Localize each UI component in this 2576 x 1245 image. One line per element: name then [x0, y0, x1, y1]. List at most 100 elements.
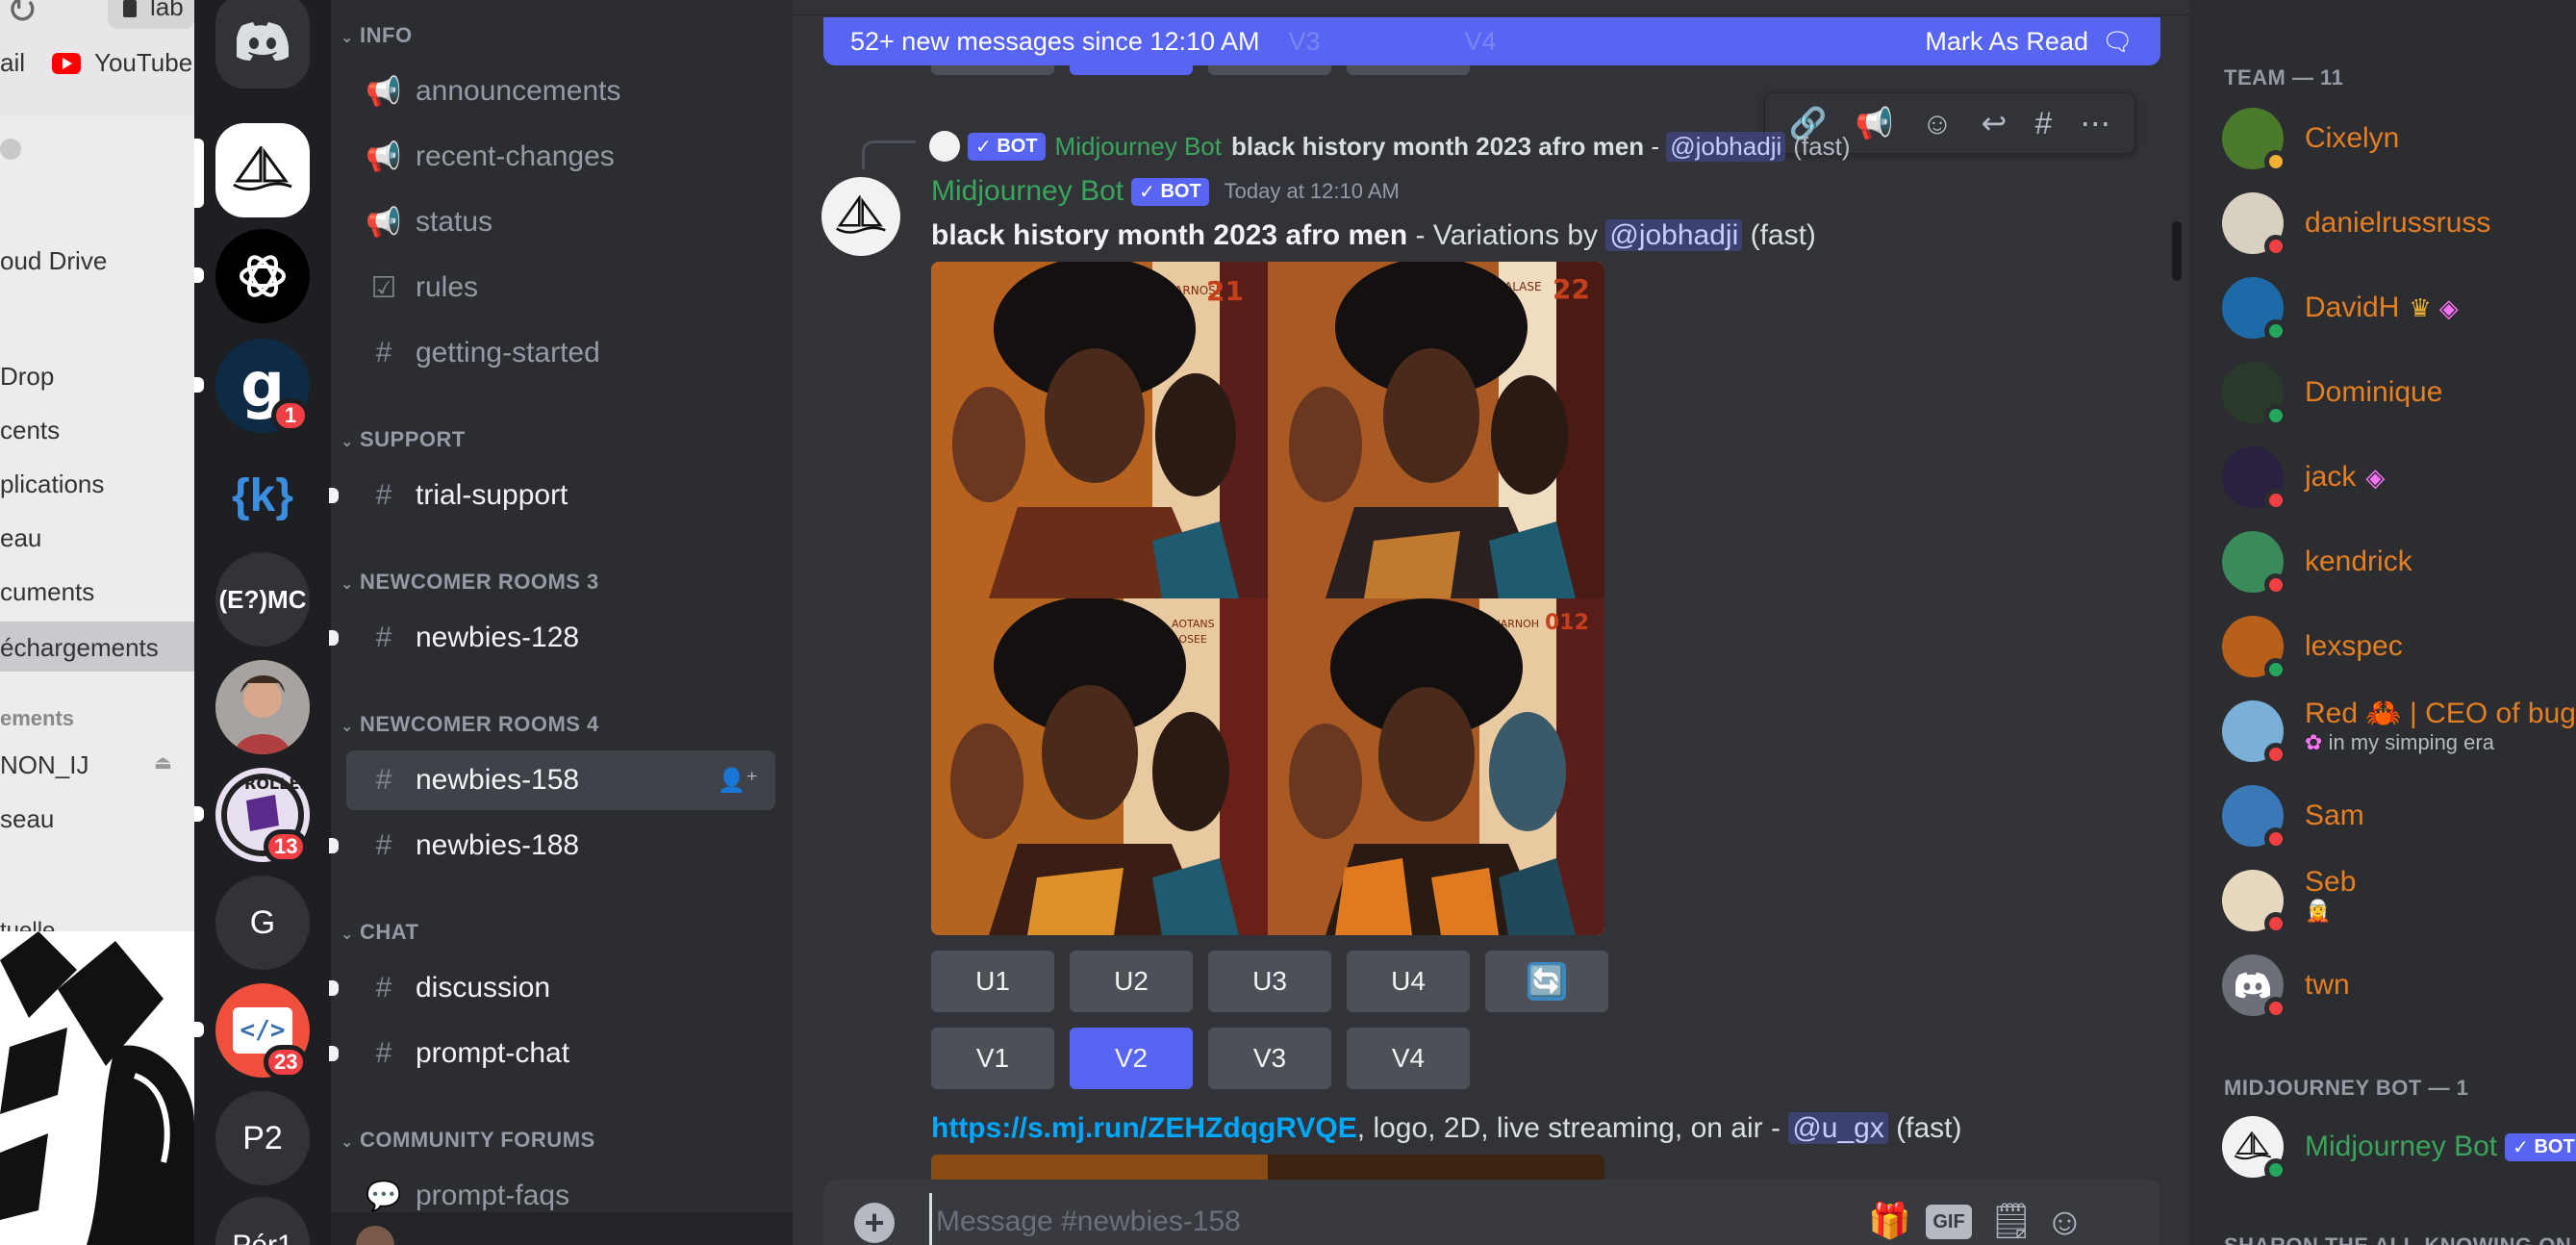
image-tile[interactable]: ALASE 22 — [1268, 262, 1604, 598]
gif-button[interactable]: GIF — [1926, 1205, 1972, 1239]
channel-newbies-128[interactable]: # newbies-128 — [329, 608, 775, 668]
channel-newbies-158[interactable]: # newbies-158 👤⁺ — [346, 750, 775, 810]
channel-trial-support[interactable]: # trial-support — [329, 466, 775, 525]
channel-getting-started[interactable]: # getting-started — [346, 323, 775, 383]
finder-item-downloads[interactable]: échargements — [0, 622, 194, 672]
finder-item-icloud[interactable]: oud Drive — [0, 246, 107, 276]
server-openai[interactable] — [215, 229, 310, 323]
add-reaction-icon[interactable]: ☺ — [1922, 106, 1954, 141]
finder-item-volume[interactable]: NON_IJ ⏏ — [0, 750, 172, 780]
upscale-button-u3[interactable]: U3 — [1208, 951, 1331, 1012]
channel-announcements[interactable]: 📢 announcements — [346, 62, 775, 121]
finder-item-desktop[interactable]: eau — [0, 523, 41, 553]
member-sam[interactable]: Sam — [2222, 781, 2364, 851]
eject-icon[interactable]: ⏏ — [154, 750, 172, 775]
reply-icon[interactable]: ↩ — [1981, 105, 2007, 141]
member-red[interactable]: Red 🦀 | CEO of bug ✿ in my simping era — [2222, 697, 2576, 766]
category-info[interactable]: ⌄ INFO — [341, 23, 413, 48]
add-member-icon[interactable]: 👤⁺ — [717, 767, 758, 795]
server-per1[interactable]: Pér1 — [215, 1197, 310, 1245]
finder-item-network[interactable]: seau — [0, 804, 54, 834]
reply-mention[interactable]: @jobhadji — [1666, 131, 1786, 162]
message-input[interactable]: Message #newbies-158 — [929, 1193, 1718, 1245]
server-p2[interactable]: P2 — [215, 1091, 310, 1185]
category-newcomer-rooms-4[interactable]: ⌄ NEWCOMER ROOMS 4 — [341, 712, 599, 737]
variation-button-v2[interactable]: V2 — [1070, 1028, 1193, 1089]
more-options-icon[interactable]: ⋯ — [2080, 105, 2110, 141]
member-danielrussruss[interactable]: danielrussruss — [2222, 189, 2490, 258]
member-cixelyn[interactable]: Cixelyn — [2222, 104, 2399, 173]
midjourney-bot-avatar[interactable] — [821, 177, 900, 256]
attach-plus-icon[interactable]: + — [854, 1203, 895, 1243]
member-name: Sam — [2305, 800, 2364, 831]
gift-icon[interactable]: 🎁 — [1868, 1201, 1911, 1241]
server-emc[interactable]: (E?)MC — [215, 552, 310, 647]
member-jack[interactable]: jack ◈ — [2222, 443, 2385, 512]
finder-item-recents[interactable]: cents — [0, 416, 60, 445]
member-seb[interactable]: Seb 🧝 — [2222, 866, 2356, 935]
variation-button-v4[interactable]: V4 — [1347, 1028, 1470, 1089]
finder-item-airdrop[interactable]: Drop — [0, 362, 54, 392]
member-activity-text: in my simping era — [2328, 730, 2494, 754]
browser-tab[interactable]: lab — [108, 0, 194, 29]
category-newcomer-rooms-3[interactable]: ⌄ NEWCOMER ROOMS 3 — [341, 570, 599, 595]
category-support[interactable]: ⌄ SUPPORT — [341, 427, 466, 452]
channel-status[interactable]: 📢 status — [346, 192, 775, 252]
variation-button-v1[interactable]: V1 — [931, 1028, 1054, 1089]
channel-recent-changes[interactable]: 📢 recent-changes — [346, 127, 775, 187]
finder-item-label: cents — [0, 416, 61, 445]
reply-reference[interactable]: ✓ BOT Midjourney Bot black history month… — [929, 131, 1850, 162]
server-k[interactable]: {k} — [215, 448, 310, 543]
image-tile[interactable]: ANARNOSE 21 — [931, 262, 1268, 598]
finder-item-documents[interactable]: cuments — [0, 577, 94, 607]
upscale-button-u1[interactable]: U1 — [931, 951, 1054, 1012]
channel-prompt-chat[interactable]: # prompt-chat — [329, 1024, 775, 1083]
bookmark-youtube[interactable]: YouTube — [52, 48, 192, 78]
avatar — [2222, 1116, 2287, 1181]
mark-as-read-button[interactable]: Mark As Read 🗨 — [1925, 27, 2134, 57]
generated-image-grid[interactable]: ANARNOSE 21 ALASE 22 AOTANS AOSEE ANARNO… — [931, 262, 1604, 935]
server-photo[interactable] — [215, 660, 310, 754]
window-control-icon[interactable] — [0, 139, 21, 160]
thread-hash-icon: # — [375, 622, 392, 653]
member-twn[interactable]: twn — [2222, 951, 2350, 1020]
finder-item-applications[interactable]: plications — [0, 470, 104, 499]
sticker-icon[interactable]: 🗒 — [1989, 1201, 2033, 1241]
category-chat[interactable]: ⌄ CHAT — [341, 920, 418, 945]
reroll-button[interactable]: 🔄 — [1485, 951, 1608, 1012]
channel-discussion[interactable]: # discussion — [329, 958, 775, 1018]
new-messages-banner[interactable]: 52+ new messages since 12:10 AM V3 V4 Ma… — [823, 17, 2160, 65]
unread-indicator — [194, 1022, 204, 1037]
member-davidh[interactable]: DavidH ♛ ◈ — [2222, 273, 2459, 343]
bookmark-mail[interactable]: ail — [0, 48, 25, 78]
image-tile[interactable]: AOTANS AOSEE — [931, 598, 1268, 935]
member-midjourney-bot[interactable]: Midjourney Bot ✓ BOT — [2222, 1112, 2576, 1181]
server-photo-icon — [215, 660, 310, 754]
next-message-mention[interactable]: @u_gx — [1788, 1112, 1888, 1144]
emoji-icon[interactable]: ☺ — [2045, 1201, 2084, 1244]
variation-button-v3[interactable]: V3 — [1208, 1028, 1331, 1089]
member-activity: ✿ in my simping era — [2305, 730, 2576, 755]
next-image-preview[interactable] — [931, 1155, 1604, 1180]
megaphone-icon[interactable]: 📢 — [1856, 105, 1894, 141]
create-thread-icon[interactable]: # — [2034, 106, 2052, 141]
upscale-button-u2[interactable]: U2 — [1070, 951, 1193, 1012]
discord-home-button[interactable] — [215, 0, 310, 89]
message-mention[interactable]: @jobhadji — [1605, 219, 1743, 251]
user-avatar[interactable] — [356, 1226, 394, 1245]
reload-icon[interactable]: ↻ — [6, 0, 38, 33]
server-g2[interactable]: G — [215, 876, 310, 970]
message-timestamp[interactable]: Today at 12:10 AM — [1225, 179, 1400, 204]
message-link[interactable]: https://s.mj.run/ZEHZdqgRVQE — [931, 1112, 1357, 1144]
upscale-button-u4[interactable]: U4 — [1347, 951, 1470, 1012]
chat-scrollbar[interactable] — [2172, 221, 2182, 281]
channel-newbies-188[interactable]: # newbies-188 — [329, 816, 775, 876]
server-midjourney[interactable] — [215, 123, 310, 217]
channel-rules[interactable]: ☑ rules — [346, 258, 775, 318]
member-dominique[interactable]: Dominique — [2222, 358, 2442, 427]
member-lexspec[interactable]: lexspec — [2222, 612, 2403, 681]
message-author[interactable]: Midjourney Bot — [931, 175, 1124, 208]
member-kendrick[interactable]: kendrick — [2222, 527, 2412, 597]
category-community-forums[interactable]: ⌄ COMMUNITY FORUMS — [341, 1128, 595, 1153]
image-tile[interactable]: ANARNOH 012 — [1268, 598, 1604, 935]
